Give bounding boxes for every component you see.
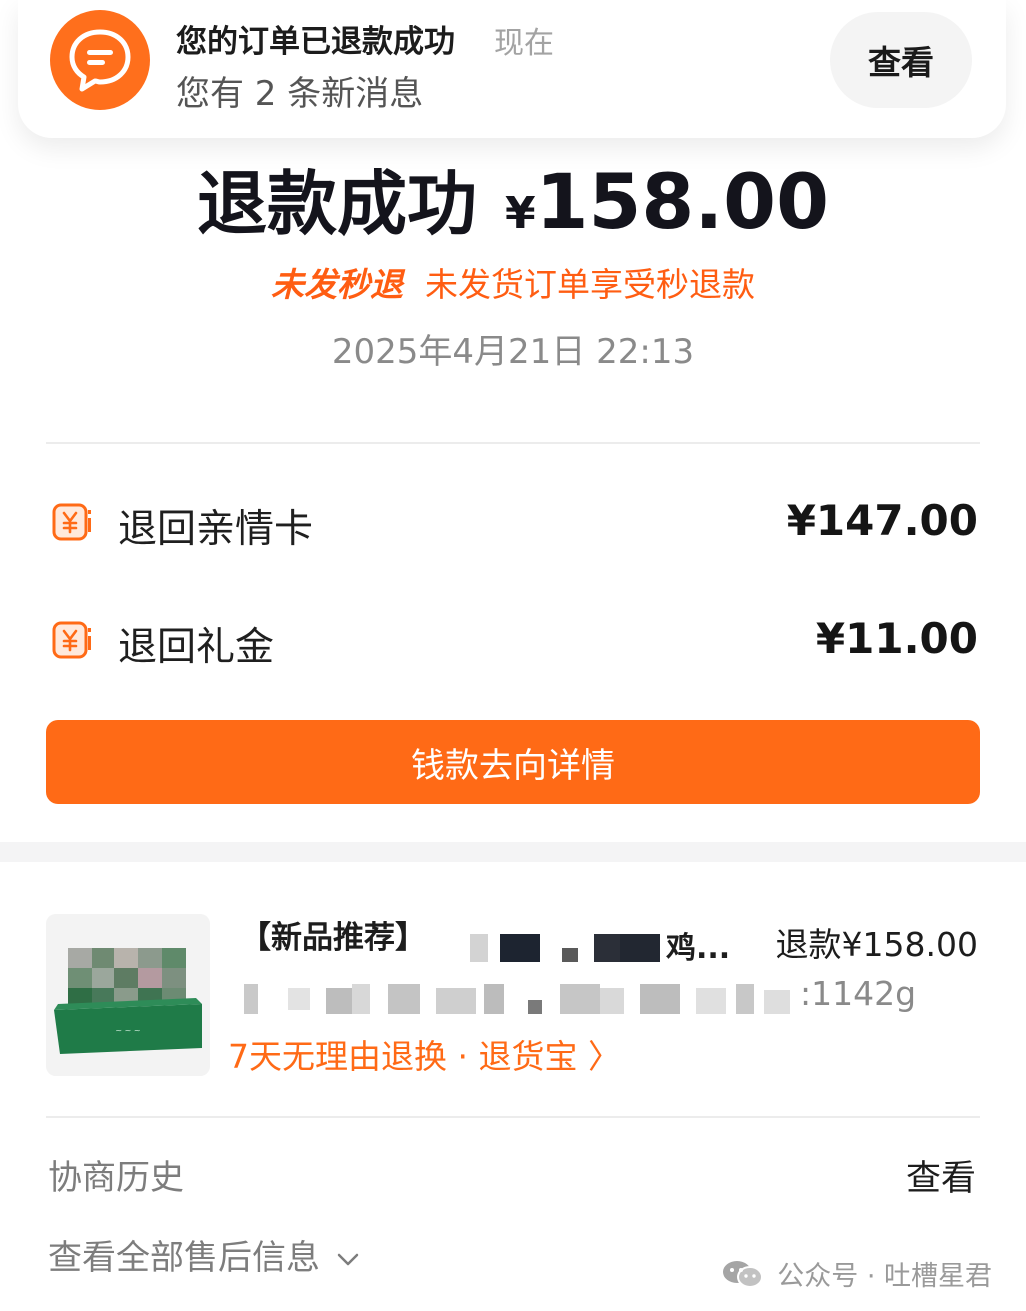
negotiation-history-label: 协商历史 [48,1158,184,1198]
wechat-icon [723,1260,764,1288]
product-name: 【新品推荐】 [240,920,426,956]
refund-amount: 158.00 [535,157,829,246]
product-image[interactable]: ~ ~ ~ [46,914,210,1076]
section-separator [0,842,1026,862]
view-all-after-sales-label: 查看全部售后信息 [48,1238,320,1278]
yuan-card-icon [52,503,91,541]
watermark: 公众号 · 吐槽星君 [721,1254,992,1293]
chevron-down-icon [337,1253,359,1265]
notification-title: 您的订单已退款成功 [176,24,455,60]
product-service-link[interactable]: 7天无理由退换 · 退货宝 〉 [228,1030,621,1078]
refund-currency: ¥ [505,188,536,239]
product-refund-amount: 退款¥158.00 [775,925,978,964]
chat-bubble-icon [50,10,150,110]
product-spec-weight: :1142g [800,974,917,1013]
money-flow-details-button[interactable]: 钱款去向详情 [46,720,980,804]
negotiation-history-view-link[interactable]: 查看 [906,1150,976,1201]
product-name-suffix: 鸡... [666,931,730,966]
pixelated-text: 鸡... [470,930,760,966]
notification-time: 现在 [494,26,554,61]
notification-banner[interactable]: 您的订单已退款成功 现在 您有 2 条新消息 查看 [18,0,1006,138]
view-all-after-sales-link[interactable]: 查看全部售后信息 [48,1230,361,1279]
yuan-card-icon [52,621,91,659]
notification-message: 您有 2 条新消息 [176,74,424,114]
refund-promo: 未发秒退 未发货订单享受秒退款 [0,258,1026,306]
promo-text: 未发货订单享受秒退款 [425,265,755,304]
breakdown-amount: ¥147.00 [786,496,978,545]
refund-status: 退款成功 [197,163,478,245]
product-spec-pixelated [244,978,804,1018]
refund-headline: 退款成功 ¥158.00 [0,148,1026,249]
breakdown-label: 退回亲情卡 [118,507,314,552]
svg-text:~ ~ ~: ~ ~ ~ [115,1026,140,1035]
divider [46,1116,980,1118]
watermark-text: 公众号 · 吐槽星君 [777,1261,992,1292]
promo-tag: 未发秒退 [271,265,403,304]
refund-date: 2025年4月21日 22:13 [331,332,695,372]
breakdown-amount: ¥11.00 [815,614,978,663]
notification-view-button[interactable]: 查看 [830,12,972,108]
breakdown-label: 退回礼金 [118,625,275,670]
divider [46,442,980,444]
